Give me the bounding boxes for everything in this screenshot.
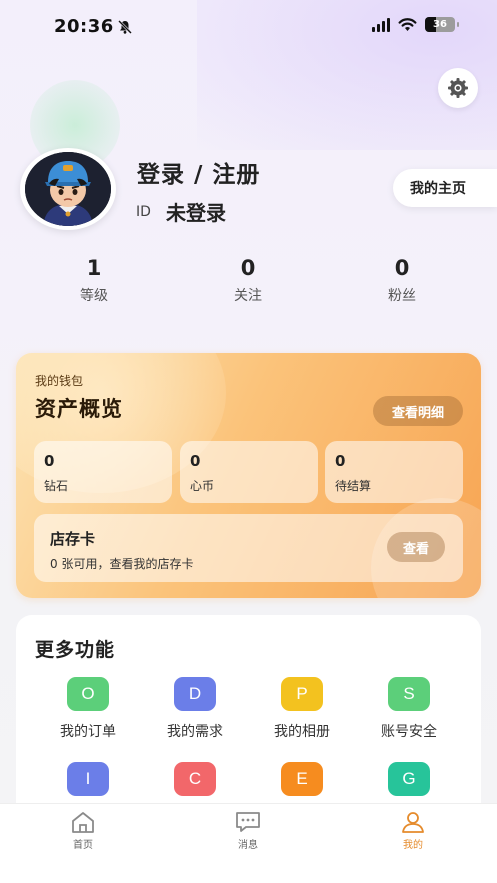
bottom-tab-bar: 首页 消息 我的	[0, 803, 497, 883]
function-my-requests[interactable]: D 我的需求	[145, 677, 245, 741]
function-label: 我的需求	[167, 724, 223, 740]
balance-heart-coin[interactable]: 0 心币	[180, 441, 318, 503]
function-e-icon: E	[281, 762, 323, 796]
function-my-orders[interactable]: O 我的订单	[38, 677, 138, 741]
wallet-card: 我的钱包 资产概览 查看明细 0 钻石 0 心币 0 待结算 店存卡 0 张可用…	[16, 353, 481, 598]
function-label: 账号安全	[381, 724, 437, 740]
stat-following[interactable]: 0 关注	[198, 256, 298, 305]
battery-level: 36	[433, 19, 447, 30]
view-details-button[interactable]: 查看明细	[373, 396, 463, 426]
tab-label: 消息	[238, 840, 258, 851]
tab-label: 首页	[73, 840, 93, 851]
orders-icon: O	[67, 677, 109, 711]
wallet-subtitle: 我的钱包	[35, 374, 84, 388]
avatar[interactable]	[20, 148, 116, 230]
stat-value: 1	[86, 256, 102, 280]
balance-label: 待结算	[335, 479, 372, 493]
function-my-album[interactable]: P 我的相册	[252, 677, 352, 741]
status-bar: 20:36 36	[0, 0, 497, 52]
stat-label: 关注	[234, 288, 262, 304]
bell-off-icon	[118, 20, 132, 34]
function-label: 我的相册	[274, 724, 330, 740]
balance-value: 0	[44, 452, 55, 470]
id-value: 未登录	[166, 201, 226, 225]
balance-label: 钻石	[44, 479, 69, 493]
battery-icon: 36	[425, 17, 459, 32]
function-item-e[interactable]: E	[252, 762, 352, 796]
balance-label: 心币	[190, 479, 215, 493]
store-card-title: 店存卡	[50, 530, 96, 548]
security-icon: S	[388, 677, 430, 711]
stat-label: 粉丝	[388, 288, 416, 304]
function-item-i[interactable]: I	[38, 762, 138, 796]
view-store-card-button[interactable]: 查看	[387, 532, 445, 562]
tab-label: 我的	[403, 840, 423, 851]
profile-icon	[402, 812, 424, 833]
stat-label: 等级	[80, 288, 108, 304]
function-i-icon: I	[67, 762, 109, 796]
more-functions-title: 更多功能	[35, 639, 116, 661]
function-item-g[interactable]: G	[359, 762, 459, 796]
function-c-icon: C	[174, 762, 216, 796]
store-card-row[interactable]: 店存卡 0 张可用，查看我的店存卡 查看	[34, 514, 463, 582]
wifi-icon	[398, 17, 417, 31]
balance-value: 0	[335, 452, 346, 470]
balance-value: 0	[190, 452, 201, 470]
balance-diamond[interactable]: 0 钻石	[34, 441, 172, 503]
login-register-link[interactable]: 登录 / 注册	[137, 155, 260, 189]
store-card-desc: 0 张可用，查看我的店存卡	[50, 557, 194, 571]
stat-value: 0	[240, 256, 256, 280]
message-icon	[236, 812, 260, 832]
function-label: 我的订单	[60, 724, 116, 740]
function-item-c[interactable]: C	[145, 762, 245, 796]
status-icons: 36	[372, 17, 459, 32]
my-homepage-button[interactable]: 我的主页	[393, 169, 497, 207]
stat-fans[interactable]: 0 粉丝	[352, 256, 452, 305]
function-account-security[interactable]: S 账号安全	[359, 677, 459, 741]
gear-icon	[448, 78, 468, 98]
tab-messages[interactable]: 消息	[208, 810, 288, 851]
id-label: ID	[136, 204, 151, 220]
home-icon	[72, 812, 94, 833]
status-time: 20:36	[54, 16, 114, 37]
stat-value: 0	[394, 256, 410, 280]
function-g-icon: G	[388, 762, 430, 796]
requests-icon: D	[174, 677, 216, 711]
balance-pending[interactable]: 0 待结算	[325, 441, 463, 503]
tab-home[interactable]: 首页	[43, 810, 123, 851]
avatar-image	[25, 152, 111, 226]
stat-level[interactable]: 1 等级	[44, 256, 144, 305]
wallet-title: 资产概览	[35, 397, 123, 421]
tab-mine[interactable]: 我的	[373, 810, 453, 851]
album-icon: P	[281, 677, 323, 711]
signal-icon	[372, 17, 390, 32]
settings-button[interactable]	[438, 68, 478, 108]
